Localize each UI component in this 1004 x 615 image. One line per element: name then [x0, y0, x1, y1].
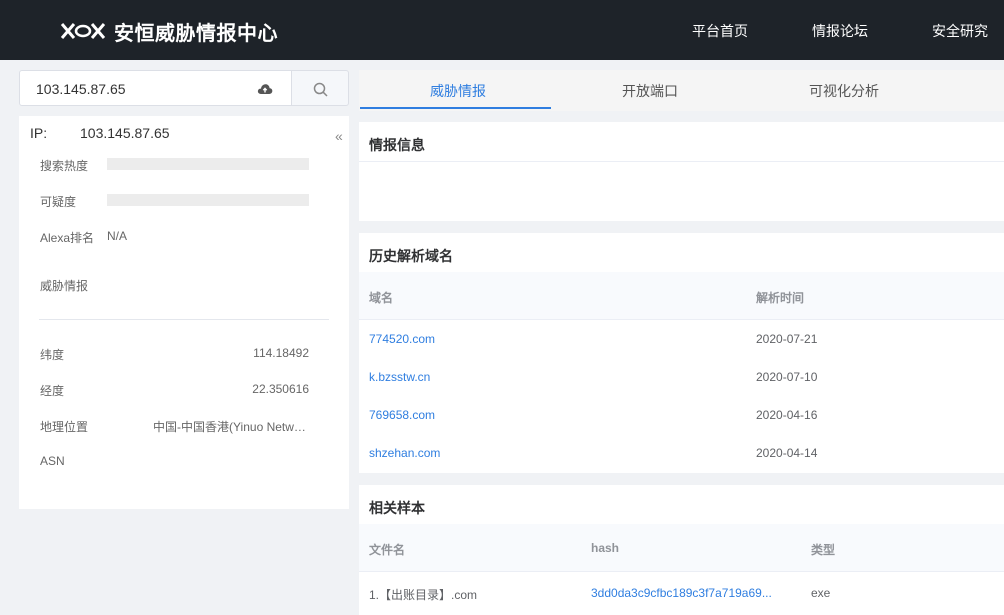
longitude-label: 经度: [40, 384, 65, 398]
history-domains-header: 域名 解析时间: [359, 272, 1004, 320]
col-type: 类型: [811, 543, 836, 557]
divider: [39, 319, 329, 320]
ip-value: 103.145.87.65: [80, 125, 170, 141]
logo-text: 安恒威胁情报中心: [114, 22, 278, 45]
tab-visual-analysis[interactable]: 可视化分析: [809, 81, 879, 101]
related-samples-title: 相关样本: [369, 500, 425, 516]
latitude-value: 114.18492: [253, 346, 309, 360]
resolve-time: 2020-07-21: [756, 332, 818, 346]
logo-icon: [60, 23, 106, 39]
domain-link[interactable]: shzehan.com: [369, 446, 440, 460]
card-separator: [359, 161, 1004, 162]
threat-intel-label: 威胁情报: [40, 279, 89, 293]
intel-info-title: 情报信息: [369, 137, 425, 153]
geo-location-label: 地理位置: [40, 420, 89, 434]
intel-info-card: 情报信息: [359, 122, 1004, 221]
domain-link[interactable]: 769658.com: [369, 408, 435, 422]
active-tab-indicator: [360, 107, 551, 109]
collapse-panel-button[interactable]: «: [335, 128, 343, 144]
upload-cloud-icon[interactable]: [257, 82, 273, 96]
search-icon: [313, 82, 328, 97]
history-domains-card: 历史解析域名 域名 解析时间 774520.com 2020-07-21 k.b…: [359, 233, 1004, 473]
logo[interactable]: 安恒威胁情报中心: [60, 16, 278, 46]
latitude-label: 纬度: [40, 348, 65, 362]
search-input-value: 103.145.87.65: [36, 81, 126, 97]
ip-info-panel: IP: 103.145.87.65 « 搜索热度 可疑度 Alexa排名 N/A…: [19, 116, 349, 509]
nav-home[interactable]: 平台首页: [692, 21, 748, 41]
resolve-time: 2020-04-16: [756, 408, 818, 422]
domain-link[interactable]: k.bzsstw.cn: [369, 370, 430, 384]
related-samples-header: 文件名 hash 类型: [359, 524, 1004, 572]
col-domain: 域名: [369, 291, 394, 305]
resolve-time: 2020-04-14: [756, 446, 818, 460]
tab-threat-intel[interactable]: 威胁情报: [430, 81, 486, 101]
related-samples-card: 相关样本 文件名 hash 类型 1.【出账目录】.com 3dd0da3c9c…: [359, 485, 1004, 615]
search-heat-label: 搜索热度: [40, 159, 89, 173]
top-bar: 安恒威胁情报中心 平台首页 情报论坛 安全研究: [0, 0, 1004, 60]
sample-hash-link[interactable]: 3dd0da3c9cfbc189c3f7a719a69...: [591, 586, 791, 600]
nav-forum[interactable]: 情报论坛: [812, 21, 868, 41]
suspicion-bar: [107, 194, 309, 206]
domain-link[interactable]: 774520.com: [369, 332, 435, 346]
ip-label: IP:: [30, 125, 48, 141]
sample-type: exe: [811, 586, 831, 600]
longitude-value: 22.350616: [252, 382, 309, 396]
alexa-label: Alexa排名: [40, 231, 95, 245]
col-hash: hash: [591, 541, 620, 555]
col-resolve-time: 解析时间: [756, 291, 805, 305]
tab-bar: 威胁情报 开放端口 可视化分析: [359, 70, 1004, 111]
search-input[interactable]: 103.145.87.65: [19, 70, 292, 106]
search-heat-bar: [107, 158, 309, 170]
nav-research[interactable]: 安全研究: [932, 21, 988, 41]
alexa-value: N/A: [107, 229, 128, 243]
search-button[interactable]: [291, 70, 349, 106]
asn-label: ASN: [40, 454, 65, 468]
sample-filename: 1.【出账目录】.com: [369, 588, 478, 602]
suspicion-label: 可疑度: [40, 195, 77, 209]
col-filename: 文件名: [369, 543, 406, 557]
history-domains-title: 历史解析域名: [369, 248, 453, 264]
tab-open-ports[interactable]: 开放端口: [622, 81, 678, 101]
resolve-time: 2020-07-10: [756, 370, 818, 384]
geo-location-value: 中国-中国香港(Yinuo Network...: [153, 420, 309, 434]
